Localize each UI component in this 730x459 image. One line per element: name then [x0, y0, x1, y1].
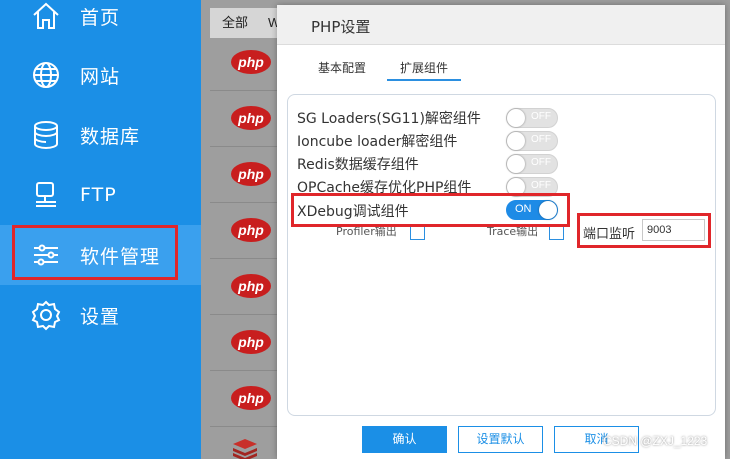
sidebar-item-label: FTP — [80, 184, 117, 206]
confirm-button[interactable]: 确认 — [362, 426, 447, 453]
database-icon — [34, 121, 58, 150]
background-tab-all[interactable]: 全部 — [212, 8, 258, 38]
component-label-redis: Redis数据缓存组件 — [297, 157, 419, 173]
php-logo: php — [231, 274, 271, 298]
toggle-knob — [507, 132, 525, 150]
highlight-box-software — [12, 225, 178, 280]
component-label-sg-loaders: SG Loaders(SG11)解密组件 — [297, 111, 481, 127]
row-divider — [210, 314, 280, 315]
php-logo: php — [231, 218, 271, 242]
php-logo: php — [231, 50, 271, 74]
row-divider — [210, 370, 280, 371]
dialog-header: PHP设置 — [277, 5, 725, 45]
component-label-ioncube: Ioncube loader解密组件 — [297, 134, 458, 150]
row-divider — [210, 426, 280, 427]
sidebar-item-database[interactable]: 数据库 — [0, 105, 201, 165]
dialog-title: PHP设置 — [311, 18, 371, 36]
toggle-sg-loaders[interactable]: OFF — [506, 108, 558, 128]
row-divider — [210, 202, 280, 203]
watermark: CSDN @ZXJ_1223 — [603, 434, 708, 448]
highlight-box-xdebug — [291, 193, 570, 227]
highlight-box-port — [577, 213, 711, 248]
row-divider — [210, 146, 280, 147]
sidebar-item-label: 数据库 — [80, 125, 141, 148]
sidebar-item-label: 设置 — [80, 305, 121, 328]
sidebar-item-ftp[interactable]: FTP — [0, 165, 201, 225]
row-divider — [210, 90, 280, 91]
sidebar-item-settings[interactable]: 设置 — [0, 285, 201, 345]
tab-extensions[interactable]: 扩展组件 — [387, 59, 462, 81]
toggle-state: OFF — [531, 157, 551, 168]
toggle-state: OFF — [531, 180, 551, 191]
toggle-redis[interactable]: OFF — [506, 154, 558, 174]
toggle-ioncube[interactable]: OFF — [506, 131, 558, 151]
toggle-state: OFF — [531, 111, 551, 122]
toggle-state: OFF — [531, 134, 551, 145]
sidebar-item-website[interactable]: 网站 — [0, 45, 201, 105]
toggle-knob — [507, 109, 525, 127]
php-logo: php — [231, 106, 271, 130]
gear-icon — [31, 300, 61, 331]
sidebar-item-home[interactable]: 首页 — [0, 0, 201, 46]
php-logo: php — [231, 330, 271, 354]
globe-icon — [33, 62, 59, 88]
profiler-output-checkbox[interactable] — [410, 225, 425, 240]
sidebar-item-label: 首页 — [80, 6, 121, 29]
php-logo: php — [231, 386, 271, 410]
home-icon — [33, 2, 59, 29]
sidebar-item-label: 网站 — [80, 65, 121, 88]
reset-default-button[interactable]: 设置默认 — [458, 426, 543, 453]
trace-output-checkbox[interactable] — [549, 225, 564, 240]
row-divider — [210, 258, 280, 259]
php-logo: php — [231, 162, 271, 186]
redis-icon — [233, 439, 257, 459]
monitor-icon — [36, 182, 56, 207]
toggle-knob — [507, 155, 525, 173]
tab-basic-config[interactable]: 基本配置 — [318, 59, 366, 79]
